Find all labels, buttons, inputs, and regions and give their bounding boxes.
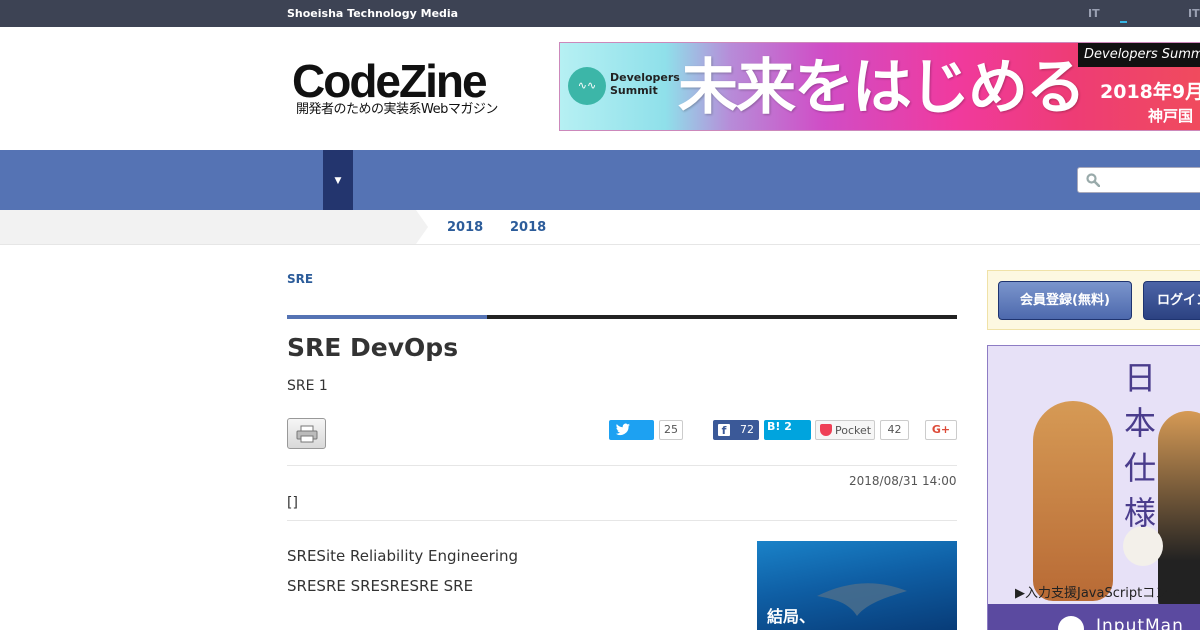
nav-dropdown-toggle[interactable]: ▼ [323,150,353,210]
search-icon [1086,173,1100,187]
register-button[interactable]: 会員登録(無料) [998,281,1132,320]
banner-headline: 未来をはじめる [678,53,1086,123]
codezine-logo[interactable]: CodeZine 開発者のための実装系Webマガジン [290,56,520,120]
title-divider-accent [287,315,487,319]
site-search-box[interactable] [1077,167,1200,193]
facebook-share-button[interactable]: f 72 [713,420,759,440]
logo-tagline: 開発者のための実装系Webマガジン [296,102,498,117]
meta-divider-top [287,465,957,466]
breadcrumb-item-year[interactable]: 2018 [447,220,483,235]
breadcrumb-item-month[interactable]: 2018 [510,220,546,235]
pocket-label: Pocket [835,424,872,437]
inline-article-ad[interactable]: 結局、 [757,541,957,630]
chevron-down-icon: ▼ [334,176,342,186]
hatena-label: B! 2 [767,420,792,433]
article-author: [] [287,495,298,511]
breadcrumb-home[interactable] [0,210,416,244]
ad-caption: ▶入力支援JavaScriptコントロー [1015,586,1200,601]
ad-vertical-headline: 日本仕様 [1123,359,1156,532]
article-subtitle: SRE 1 [287,378,328,394]
ad-footer: InputMan [988,604,1200,630]
printer-icon [296,425,318,443]
google-plus-button[interactable]: G+ [925,420,957,440]
pocket-button[interactable]: Pocket [815,420,875,440]
shoeisha-brand-link[interactable]: Shoeisha Technology Media [287,7,458,20]
breadcrumb-separator [416,210,428,244]
pocket-icon [820,424,832,436]
devsumi-badge: ∿∿ Developers Summit [568,67,680,107]
main-nav: ▼ [0,150,1200,210]
topbar-link-it[interactable]: IT [1088,7,1100,20]
ad-footer-product: InputMan [1096,616,1184,630]
devsumi-banner-ad[interactable]: ∿∿ Developers Summit 未来をはじめる 2018年9月 神戸国… [559,42,1200,131]
article-paragraph: SRESite Reliability Engineering [287,547,519,565]
twitter-bird-icon [615,423,630,436]
member-box: 会員登録(無料) ログイン [987,270,1200,330]
topbar-link-it-2[interactable]: IT [1188,7,1200,20]
inline-ad-headline: 結局、 [767,607,816,626]
shiba-dog-image [1033,401,1113,601]
article-paragraph: SRESRE SRESRESRE SRE [287,577,474,595]
article-title: SRE DevOps [287,333,459,362]
inputman-logo-icon [1058,616,1084,630]
publish-date: 2018/08/31 14:00 [849,474,957,488]
inputman-sidebar-ad[interactable]: 日本仕様 ▶入力支援JavaScriptコントロー InputMan [987,345,1200,630]
tweet-count: 25 [659,420,683,440]
title-divider [487,315,957,319]
banner-event-tag: Developers Summit [1078,43,1200,67]
devsumi-wave-icon: ∿∿ [568,67,606,105]
breadcrumb: 2018 2018 [0,210,1200,245]
shiba-dog-image-2 [1158,411,1200,611]
banner-place: 神戸国 [1148,107,1194,125]
tweet-button[interactable] [609,420,654,440]
print-button[interactable] [287,418,326,449]
devsumi-badge-text: Developers Summit [610,71,680,97]
banner-date: 2018年9月 [1100,81,1200,103]
meta-divider-bottom [287,520,957,521]
login-button[interactable]: ログイン [1143,281,1200,320]
topbar-active-indicator [1120,21,1127,23]
facebook-count: 72 [740,423,754,436]
top-strip: Shoeisha Technology Media IT IT [0,0,1200,27]
hatena-bookmark-button[interactable]: B! 2 [764,420,811,440]
facebook-icon: f [718,424,730,437]
pocket-count: 42 [880,420,909,440]
article-category-link[interactable]: SRE [287,272,313,286]
